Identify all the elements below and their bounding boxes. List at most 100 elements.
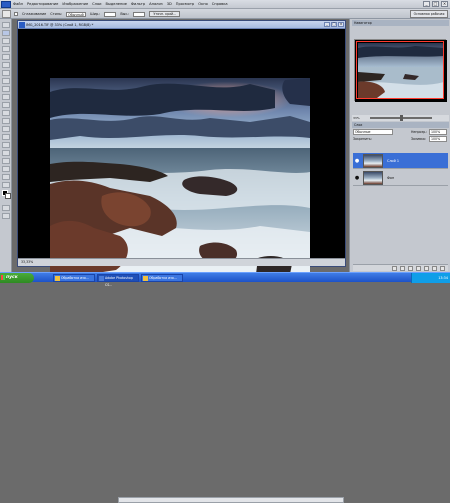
layer-mask-icon[interactable] bbox=[408, 265, 413, 271]
document-status-bar: 33,33% bbox=[18, 258, 345, 503]
move-tool-icon[interactable] bbox=[2, 22, 10, 28]
workspace-button[interactable]: Основная рабочая среда bbox=[410, 10, 448, 23]
seascape-photo[interactable] bbox=[50, 78, 310, 274]
document-title-bar[interactable]: IMG_2016.TIF @ 33% (Слой 1, RGB/8) * _ □… bbox=[18, 21, 345, 29]
menu-image[interactable]: Изображение bbox=[62, 1, 88, 8]
menu-layers[interactable]: Слои bbox=[92, 1, 101, 8]
menu-bar: Файл Редактирование Изображение Слои Выд… bbox=[0, 0, 450, 9]
layer-style-icon[interactable] bbox=[400, 265, 405, 271]
fill-label: Заливка: bbox=[411, 137, 426, 141]
layers-panel-header[interactable]: Слои bbox=[352, 122, 449, 128]
clock[interactable]: 13:34 bbox=[438, 276, 448, 280]
layer-row-selected[interactable]: ● Слой 1 bbox=[353, 153, 448, 169]
taskbar: пуск Обработка изо... Adobe Photoshop CS… bbox=[0, 272, 450, 287]
blend-mode-dropdown[interactable]: Обычные bbox=[353, 129, 393, 135]
antialias-checkbox[interactable] bbox=[14, 12, 18, 16]
taskbar-item-label: Обработка изо... bbox=[61, 276, 89, 280]
right-panels: Навигатор 33% Слои Обычные Непрозр.: 100… bbox=[349, 19, 450, 272]
menu-view[interactable]: Просмотр bbox=[176, 1, 194, 8]
opacity-input[interactable]: 100% bbox=[429, 129, 447, 135]
minimize-button[interactable]: _ bbox=[423, 1, 430, 7]
screen-mode-icon[interactable] bbox=[2, 213, 10, 219]
horizontal-scrollbar[interactable] bbox=[118, 497, 344, 503]
document-close-button[interactable]: × bbox=[338, 22, 344, 27]
layer-thumbnail bbox=[363, 171, 383, 185]
menu-3d[interactable]: 3D bbox=[167, 1, 172, 8]
shape-tool-icon[interactable] bbox=[2, 158, 10, 164]
document-window: IMG_2016.TIF @ 33% (Слой 1, RGB/8) * _ □… bbox=[17, 20, 346, 503]
document-title: IMG_2016.TIF @ 33% (Слой 1, RGB/8) * bbox=[26, 23, 94, 27]
zoom-slider-handle[interactable] bbox=[400, 115, 403, 121]
menu-window[interactable]: Окно bbox=[198, 1, 208, 8]
zoom-status: 33,33% bbox=[21, 260, 34, 264]
eye-icon[interactable]: ● bbox=[354, 158, 360, 164]
hand-tool-icon[interactable] bbox=[2, 174, 10, 180]
options-items: Сглаживание Стиль: Обычный Шир.: Выс.: У… bbox=[14, 11, 181, 17]
blur-tool-icon[interactable] bbox=[2, 118, 10, 124]
history-brush-tool-icon[interactable] bbox=[2, 94, 10, 100]
taskbar-item[interactable]: Обработка изо... bbox=[141, 274, 183, 282]
background-color-swatch[interactable] bbox=[5, 193, 11, 199]
navigator-zoom-value[interactable]: 33% bbox=[353, 116, 360, 120]
options-bar: Сглаживание Стиль: Обычный Шир.: Выс.: У… bbox=[0, 9, 450, 23]
quick-mask-icon[interactable] bbox=[2, 205, 10, 211]
layer-row[interactable]: ● Фон bbox=[353, 170, 448, 186]
eyedropper-tool-icon[interactable] bbox=[2, 62, 10, 68]
layers-panel-toolbar bbox=[353, 264, 448, 271]
layer-name: Слой 1 bbox=[387, 159, 400, 163]
document-minimize-button[interactable]: _ bbox=[324, 22, 330, 27]
clone-stamp-tool-icon[interactable] bbox=[2, 86, 10, 92]
taskbar-item[interactable]: Обработка изо... bbox=[53, 274, 95, 282]
dodge-tool-icon[interactable] bbox=[2, 126, 10, 132]
fill-input[interactable]: 100% bbox=[429, 136, 447, 142]
layer-thumbnail bbox=[363, 154, 383, 168]
magic-wand-tool-icon[interactable] bbox=[2, 46, 10, 52]
menu-help[interactable]: Справка bbox=[212, 1, 228, 8]
document-icon bbox=[19, 22, 25, 28]
3d-rotate-tool-icon[interactable] bbox=[2, 166, 10, 172]
style-dropdown[interactable]: Обычный bbox=[66, 11, 87, 17]
canvas-area[interactable] bbox=[18, 29, 345, 274]
menu-edit[interactable]: Редактирование bbox=[27, 1, 58, 8]
lasso-tool-icon[interactable] bbox=[2, 38, 10, 44]
windows-flag-icon bbox=[1, 275, 5, 280]
brush-tool-icon[interactable] bbox=[2, 78, 10, 84]
marquee-tool-icon[interactable] bbox=[2, 10, 11, 18]
document-maximize-button[interactable]: □ bbox=[331, 22, 337, 27]
menu-analysis[interactable]: Анализ bbox=[149, 1, 163, 8]
new-layer-icon[interactable] bbox=[432, 265, 437, 271]
new-group-icon[interactable] bbox=[424, 265, 429, 271]
healing-brush-tool-icon[interactable] bbox=[2, 70, 10, 76]
marquee-tool-icon[interactable] bbox=[2, 30, 10, 36]
blend-row: Обычные Непрозр.: 100% bbox=[353, 129, 448, 135]
width-input[interactable] bbox=[104, 11, 117, 17]
type-tool-icon[interactable] bbox=[2, 142, 10, 148]
navigator-panel-header[interactable]: Навигатор bbox=[352, 20, 449, 26]
path-selection-tool-icon[interactable] bbox=[2, 150, 10, 156]
opacity-label: Непрозр.: bbox=[411, 130, 428, 134]
gradient-tool-icon[interactable] bbox=[2, 110, 10, 116]
navigator-view-frame[interactable] bbox=[356, 41, 444, 99]
eraser-tool-icon[interactable] bbox=[2, 102, 10, 108]
menu-file[interactable]: Файл bbox=[13, 1, 23, 8]
height-input[interactable] bbox=[133, 11, 146, 17]
maximize-button[interactable]: □ bbox=[432, 1, 439, 7]
lock-label: Закрепить: bbox=[353, 137, 372, 141]
menu-filter[interactable]: Фильтр bbox=[131, 1, 145, 8]
trash-icon[interactable] bbox=[440, 265, 445, 271]
refine-edge-button[interactable]: Уточн. край... bbox=[149, 11, 181, 17]
antialias-label: Сглаживание bbox=[22, 12, 47, 16]
menu-select[interactable]: Выделение bbox=[106, 1, 127, 8]
window-controls: _ □ × bbox=[423, 1, 448, 7]
folder-icon bbox=[143, 276, 148, 281]
adjustment-layer-icon[interactable] bbox=[416, 265, 421, 271]
zoom-tool-icon[interactable] bbox=[2, 182, 10, 188]
taskbar-item-active[interactable]: Adobe Photoshop CS... bbox=[97, 274, 139, 287]
navigator-preview[interactable] bbox=[354, 39, 447, 102]
crop-tool-icon[interactable] bbox=[2, 54, 10, 60]
close-button[interactable]: × bbox=[441, 1, 448, 7]
link-layers-icon[interactable] bbox=[392, 265, 397, 271]
taskbar-item-label: Обработка изо... bbox=[149, 276, 177, 280]
eye-icon[interactable]: ● bbox=[354, 175, 360, 181]
pen-tool-icon[interactable] bbox=[2, 134, 10, 140]
